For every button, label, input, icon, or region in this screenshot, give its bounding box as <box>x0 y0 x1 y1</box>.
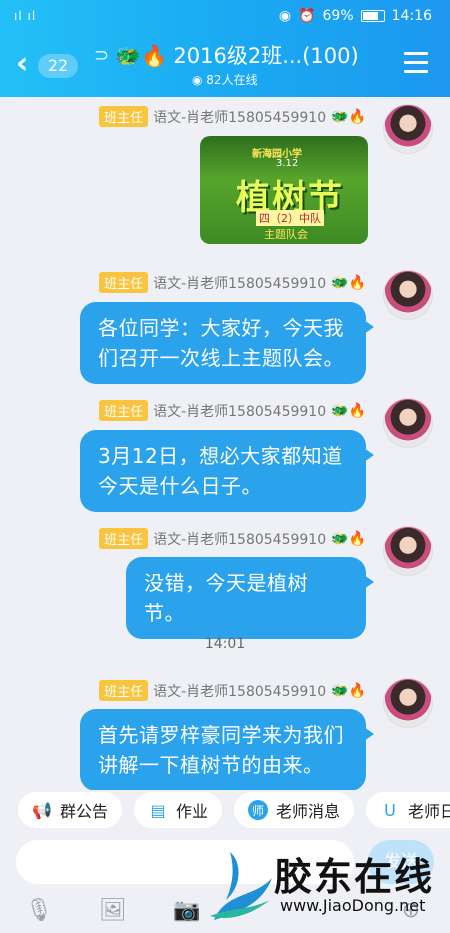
text-bubble[interactable]: 各位同学：大家好，今天我 们召开一次线上主题队会。 <box>80 302 374 384</box>
avatar[interactable] <box>383 270 433 320</box>
ear-icon[interactable]: ⊃ <box>94 42 109 70</box>
role-tag: 班主任 <box>99 680 149 701</box>
clock: 14:16 <box>391 8 432 24</box>
chat-title[interactable]: 2016级2班...(100) <box>173 42 358 70</box>
camera-icon[interactable]: 📷 <box>172 896 202 926</box>
chat-header: ‹ 22 ⊃ 🐲🔥 2016级2班...(100) ◉ 82人在线 <box>0 34 450 97</box>
chip-homework[interactable]: ▤ 作业 <box>134 792 223 828</box>
avatar[interactable] <box>383 526 433 576</box>
dragon-fire-icon: 🐲🔥 <box>331 530 366 547</box>
chip-label: 老师消息 <box>276 802 341 821</box>
signal-icon: ıl ıl <box>14 9 37 23</box>
battery-percent: 69% <box>322 8 354 24</box>
bubble-line: 讲解一下植树节的由来。 <box>98 753 324 777</box>
sender-name: 语文-肖老师15805459910 <box>153 275 327 292</box>
dragon-fire-icon: 🐲🔥 <box>331 274 366 291</box>
alarm-icon: ⏰ <box>298 8 316 24</box>
bubble-line: 今天是什么日子。 <box>98 474 262 498</box>
dragon-fire-icon: 🐲🔥 <box>331 682 366 699</box>
dragon-fire-icon: 🐲🔥 <box>331 402 366 419</box>
text-bubble[interactable]: 3月12日，想必大家都知道 今天是什么日子。 <box>80 430 374 512</box>
chip-label: 群公告 <box>60 802 109 821</box>
avatar[interactable] <box>383 678 433 728</box>
group-emoji-icon: 🐲🔥 <box>115 44 168 68</box>
menu-icon[interactable] <box>404 52 428 79</box>
bubble-line: 3月12日，想必大家都知道 <box>98 444 343 468</box>
role-tag: 班主任 <box>99 272 149 293</box>
megaphone-icon: 📢 <box>32 800 52 820</box>
sender-name: 语文-肖老师15805459910 <box>153 403 327 420</box>
avatar[interactable] <box>383 104 433 154</box>
top-bar: ıl ıl ◉ ⏰ 69% 14:16 ‹ 22 ⊃ 🐲🔥 2016级2班...… <box>0 0 450 97</box>
bubble-line: 没错，今天是植树节。 <box>144 571 308 625</box>
eye-icon: ◉ <box>278 8 292 24</box>
bubble-line: 们召开一次线上主题队会。 <box>98 346 344 370</box>
image-date: 3.12 <box>276 158 299 169</box>
watermark-url: www.JiaoDong.net <box>280 896 426 915</box>
unread-count-badge[interactable]: 22 <box>38 54 78 78</box>
watermark-name: 胶东在线 <box>274 855 435 899</box>
sender-name: 语文-肖老师15805459910 <box>153 109 327 126</box>
u-icon: ᑌ <box>384 800 396 820</box>
bubble-line: 各位同学：大家好，今天我 <box>98 316 344 340</box>
watermark: 胶东在线 www.JiaoDong.net <box>206 840 436 930</box>
microphone-icon[interactable]: 🎙 <box>24 896 54 926</box>
chip-announcement[interactable]: 📢 群公告 <box>18 792 123 828</box>
image-theme: 主题队会 <box>264 228 308 241</box>
dragon-fire-icon: 🐲🔥 <box>331 108 366 125</box>
back-icon[interactable]: ‹ <box>16 49 28 79</box>
chip-teacher-message[interactable]: 师 老师消息 <box>234 792 355 828</box>
role-tag: 班主任 <box>99 400 149 421</box>
role-tag: 班主任 <box>99 528 149 549</box>
chip-label: 作业 <box>176 802 209 821</box>
image-class: 四（2）中队 <box>256 210 324 226</box>
role-tag: 班主任 <box>99 106 149 127</box>
chip-label: 老师日 <box>408 802 450 821</box>
sender-name: 语文-肖老师15805459910 <box>153 531 327 548</box>
text-bubble[interactable]: 首先请罗梓豪同学来为我们 讲解一下植树节的由来。 <box>80 709 374 791</box>
image-icon[interactable]: 🖼 <box>98 896 128 926</box>
battery-icon <box>360 10 385 22</box>
status-bar: ıl ıl ◉ ⏰ 69% 14:16 <box>0 0 450 34</box>
homework-icon: ▤ <box>150 800 166 820</box>
chip-teacher-more[interactable]: ᑌ 老师日 <box>366 792 450 828</box>
sender-name: 语文-肖老师15805459910 <box>153 683 327 700</box>
text-bubble[interactable]: 没错，今天是植树节。 <box>126 557 374 639</box>
avatar[interactable] <box>383 398 433 448</box>
quick-chips: 📢 群公告 ▤ 作业 师 老师消息 ᑌ 老师日 <box>0 790 450 832</box>
time-divider: 14:01 <box>204 636 246 652</box>
teacher-icon: 师 <box>248 800 268 820</box>
online-count: ◉ 82人在线 <box>192 73 258 87</box>
watermark-logo <box>210 852 272 920</box>
image-message[interactable]: 新海园小学 3.12 植树节 四（2）中队 主题队会 <box>200 136 368 244</box>
bubble-line: 首先请罗梓豪同学来为我们 <box>98 723 344 747</box>
online-count-text: 82人在线 <box>206 73 258 87</box>
